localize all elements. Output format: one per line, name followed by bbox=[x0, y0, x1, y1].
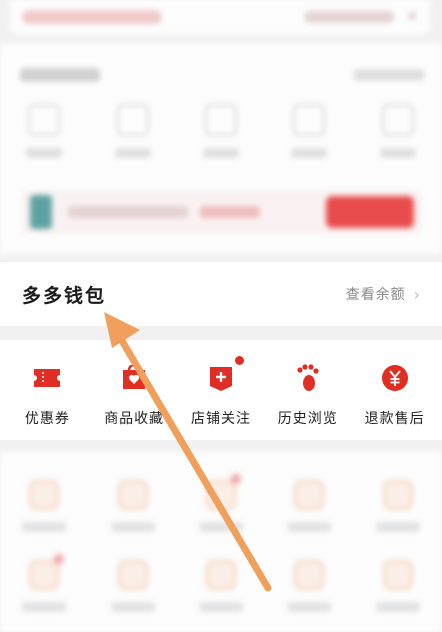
order-receive-icon bbox=[293, 104, 326, 136]
tools-row bbox=[0, 452, 442, 532]
shortcut-history[interactable]: 历史浏览 bbox=[264, 340, 351, 440]
tool-icon bbox=[382, 560, 413, 590]
tool-item[interactable] bbox=[191, 560, 251, 612]
tool-item[interactable] bbox=[191, 474, 251, 532]
tool-icon bbox=[294, 560, 325, 590]
order-ship-icon bbox=[204, 104, 237, 136]
tool-icon bbox=[294, 480, 325, 510]
tool-label-placeholder bbox=[375, 522, 420, 532]
promo-price-placeholder bbox=[200, 206, 260, 218]
order-status-item[interactable] bbox=[103, 104, 163, 158]
order-status-label-placeholder bbox=[379, 148, 416, 158]
close-icon[interactable]: ✕ bbox=[406, 9, 418, 25]
tool-icon bbox=[205, 480, 236, 510]
tool-item[interactable] bbox=[368, 480, 428, 532]
tool-label-placeholder bbox=[287, 602, 332, 612]
order-status-label-placeholder bbox=[114, 148, 151, 158]
tool-item[interactable] bbox=[279, 480, 339, 532]
order-group-icon bbox=[116, 104, 149, 136]
footprint-icon bbox=[291, 362, 325, 394]
tool-item[interactable] bbox=[14, 554, 74, 612]
order-status-item[interactable] bbox=[279, 104, 339, 158]
order-status-label-placeholder bbox=[291, 148, 328, 158]
tool-item[interactable] bbox=[368, 560, 428, 612]
tool-icon bbox=[29, 480, 60, 510]
tool-item[interactable] bbox=[103, 560, 163, 612]
shortcut-favorites[interactable]: 商品收藏 bbox=[91, 340, 178, 440]
tool-icon bbox=[382, 480, 413, 510]
wallet-title: 多多钱包 bbox=[22, 284, 107, 307]
shortcut-coupon[interactable]: 优惠券 bbox=[4, 340, 91, 440]
promo-action-button[interactable] bbox=[326, 196, 414, 228]
shortcut-label: 退款售后 bbox=[364, 411, 425, 427]
view-balance-link[interactable]: 查看余额 bbox=[346, 284, 406, 304]
tool-label-placeholder bbox=[375, 602, 420, 612]
order-status-item[interactable] bbox=[368, 104, 428, 158]
chevron-right-icon: › bbox=[413, 284, 420, 304]
shortcut-store-follow[interactable]: 店铺关注 bbox=[178, 340, 265, 440]
product-thumbnail bbox=[30, 195, 52, 229]
tool-icon bbox=[205, 560, 236, 590]
tool-label-placeholder bbox=[287, 522, 332, 532]
order-status-label-placeholder bbox=[26, 148, 63, 158]
order-promo-bar[interactable] bbox=[22, 190, 422, 234]
tool-label-placeholder bbox=[22, 522, 67, 532]
wallet-row[interactable]: 多多钱包 查看余额 › bbox=[0, 262, 442, 326]
refund-icon bbox=[378, 362, 412, 394]
shortcut-label: 优惠券 bbox=[24, 411, 70, 427]
order-status-row bbox=[0, 104, 442, 158]
store-follow-icon bbox=[204, 356, 244, 394]
shortcut-refund[interactable]: 退款售后 bbox=[351, 340, 438, 440]
shortcut-label: 历史浏览 bbox=[277, 411, 338, 427]
tool-label-placeholder bbox=[110, 602, 155, 612]
banner-text-placeholder bbox=[22, 10, 162, 24]
tool-label-placeholder bbox=[198, 602, 243, 612]
order-status-item[interactable] bbox=[191, 104, 251, 158]
shortcut-row: 优惠券 商品收藏 店铺关注 历史浏览 退款售后 bbox=[0, 340, 442, 440]
orders-view-all-placeholder[interactable] bbox=[354, 69, 424, 81]
favorite-goods-icon bbox=[117, 362, 151, 394]
top-promo-banner[interactable]: ✕ bbox=[10, 0, 430, 34]
order-status-item[interactable] bbox=[14, 104, 74, 158]
order-status-label-placeholder bbox=[202, 148, 239, 158]
coupon-icon bbox=[30, 362, 64, 394]
notification-dot bbox=[234, 356, 244, 365]
tool-item[interactable] bbox=[103, 480, 163, 532]
notification-dot bbox=[230, 474, 241, 484]
promo-text-placeholder bbox=[68, 206, 188, 218]
order-review-icon bbox=[381, 104, 414, 136]
tool-item[interactable] bbox=[14, 480, 74, 532]
order-pay-icon bbox=[28, 104, 61, 136]
tool-item[interactable] bbox=[279, 560, 339, 612]
notification-dot bbox=[54, 554, 65, 564]
tool-label-placeholder bbox=[198, 522, 243, 532]
my-orders-card bbox=[0, 44, 442, 254]
tools-grid bbox=[0, 452, 442, 632]
shortcut-label: 店铺关注 bbox=[190, 411, 251, 427]
tool-icon bbox=[117, 480, 148, 510]
banner-link-placeholder bbox=[304, 11, 395, 23]
orders-title-placeholder bbox=[20, 68, 100, 82]
tools-row bbox=[0, 532, 442, 612]
tool-icon bbox=[29, 560, 60, 590]
shortcut-label: 商品收藏 bbox=[104, 411, 165, 427]
tool-label-placeholder bbox=[22, 602, 67, 612]
tool-icon bbox=[117, 560, 148, 590]
tool-label-placeholder bbox=[110, 522, 155, 532]
